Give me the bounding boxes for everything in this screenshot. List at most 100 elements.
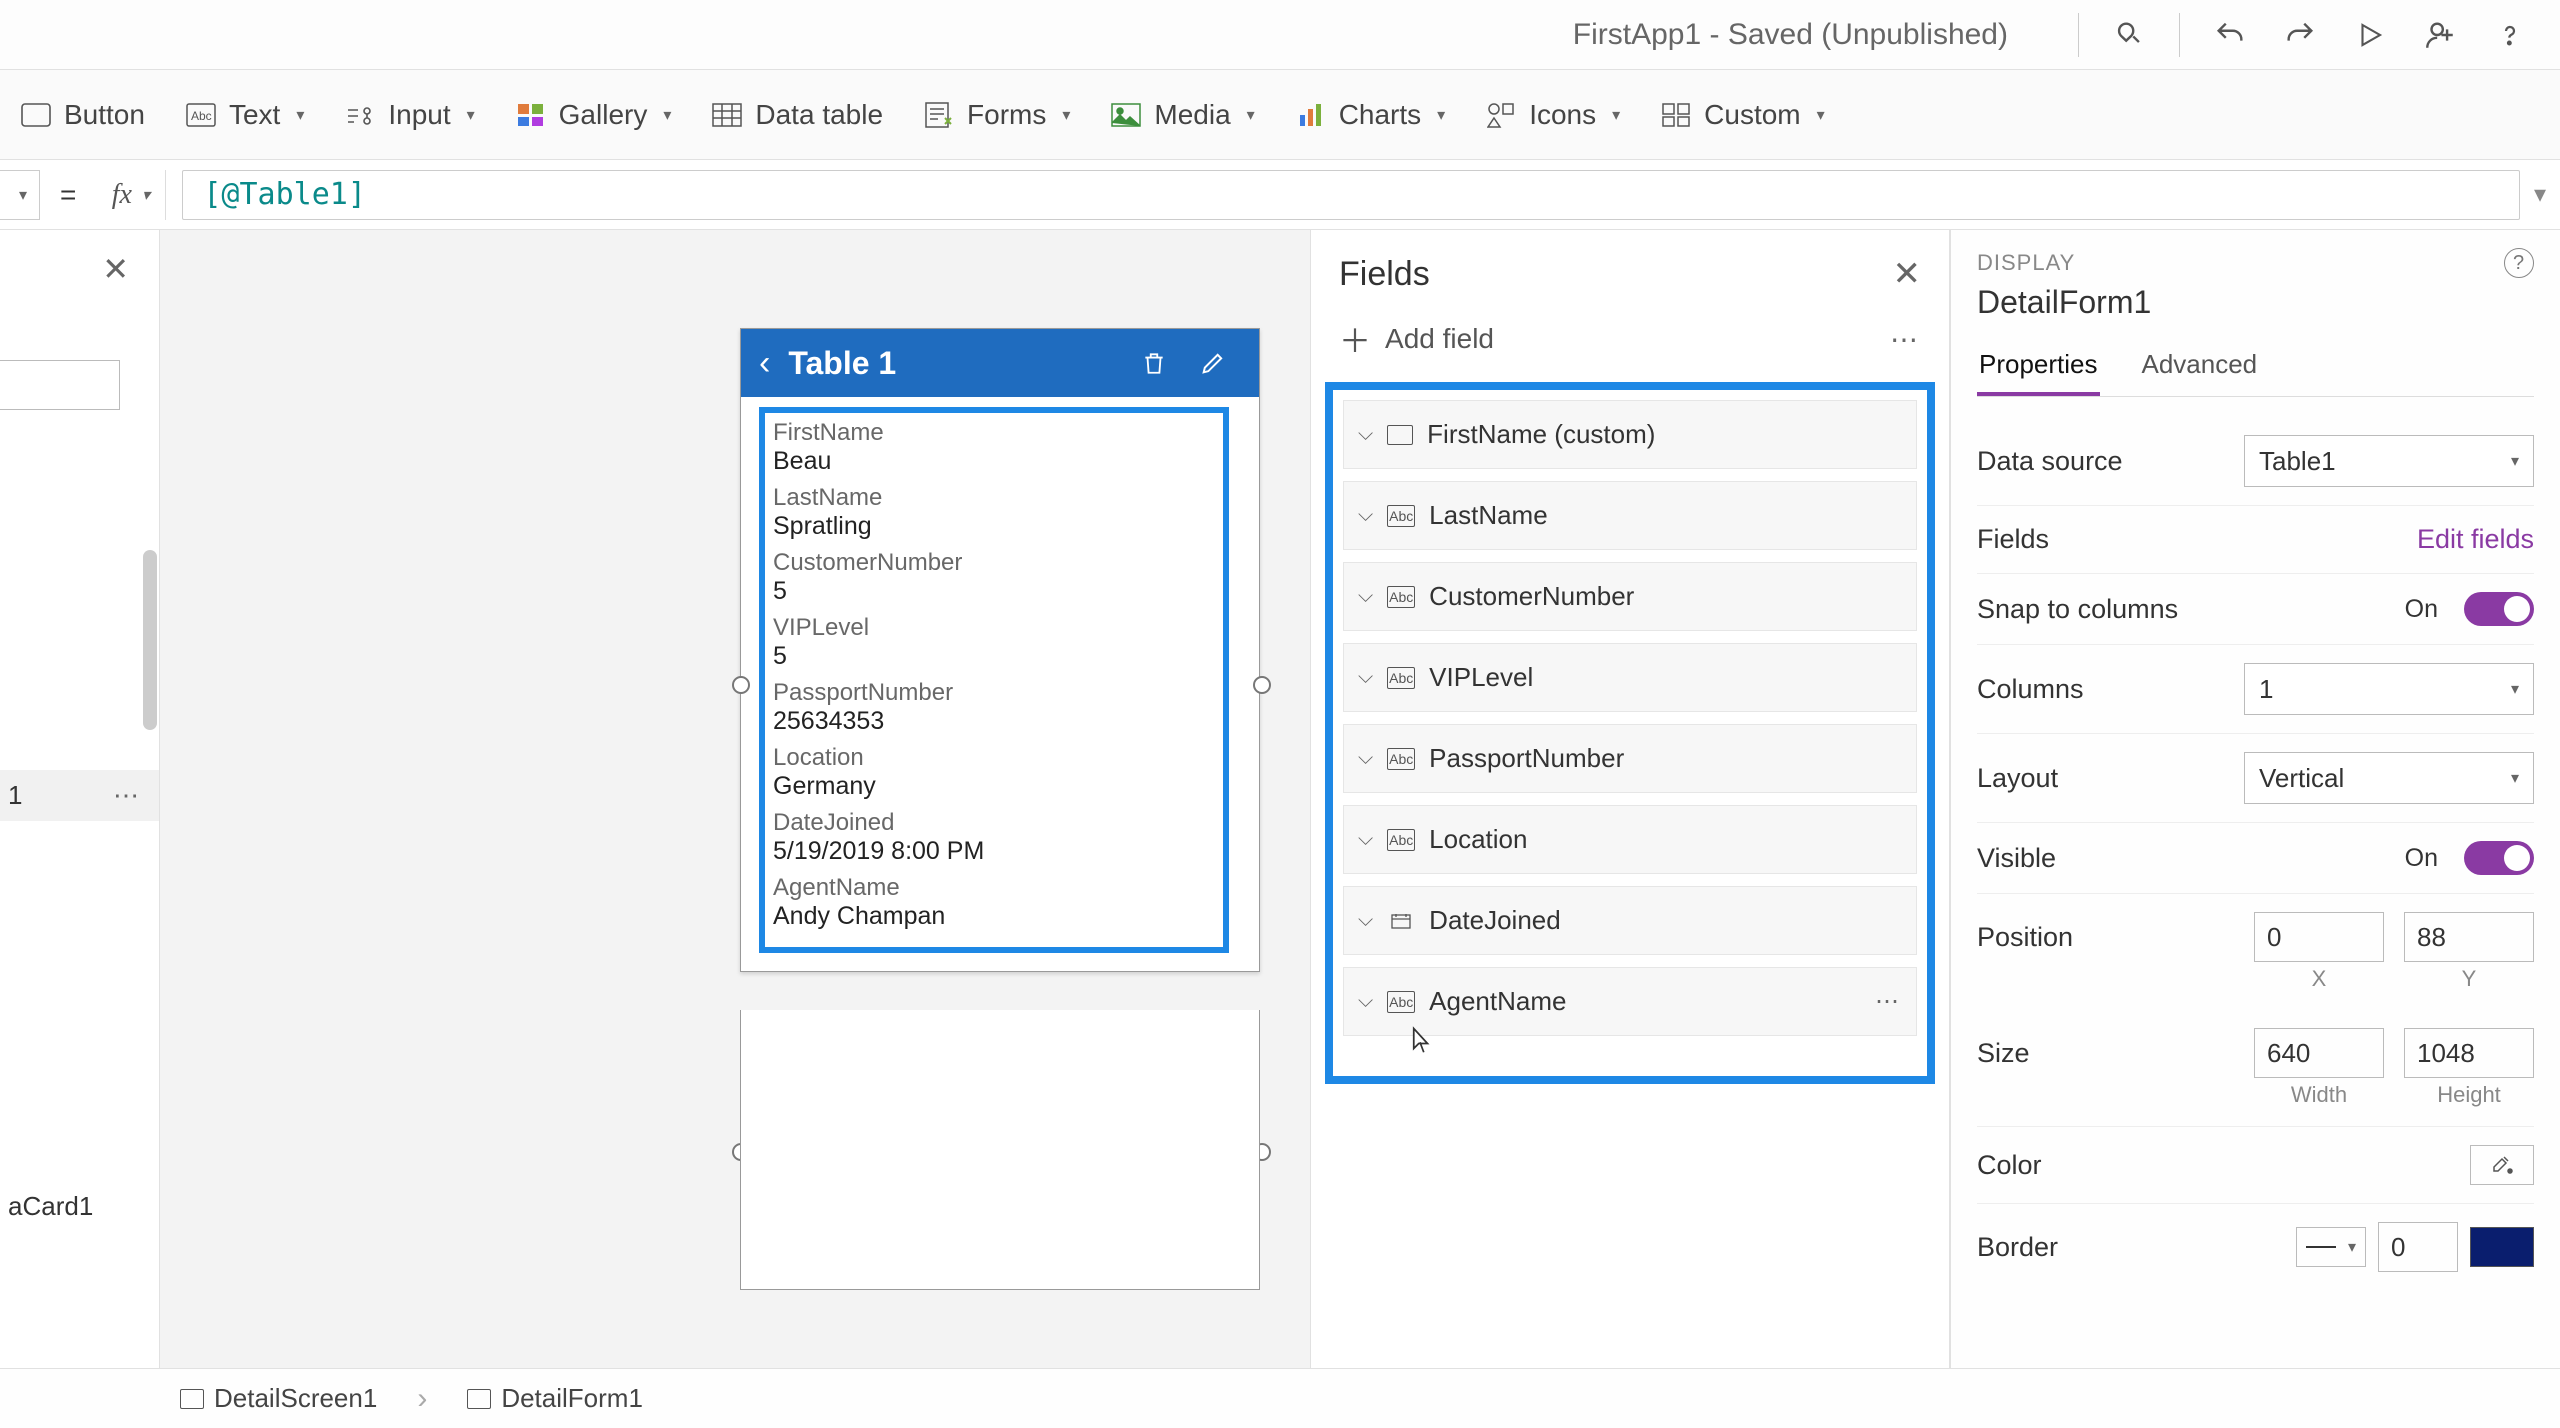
props-tabs: Properties Advanced: [1977, 341, 2534, 397]
chevron-down-icon[interactable]: ⌵: [1358, 828, 1373, 851]
position-y-input[interactable]: 88: [2404, 912, 2534, 962]
insert-icons[interactable]: Icons ▾: [1485, 99, 1620, 131]
crumb-screen[interactable]: DetailScreen1: [180, 1383, 377, 1414]
field-list-item[interactable]: ⌵AbcPassportNumber: [1343, 724, 1917, 793]
play-icon[interactable]: [2350, 15, 2390, 55]
props-help-icon[interactable]: ?: [2504, 248, 2534, 278]
detail-form-preview[interactable]: ‹ Table 1 FirstNameBeau LastNameSpratling…: [740, 328, 1260, 972]
tree-item-more-icon[interactable]: ⋯: [113, 780, 139, 811]
share-user-icon[interactable]: [2420, 15, 2460, 55]
field-list-item[interactable]: ⌵AbcLocation: [1343, 805, 1917, 874]
border-color-swatch[interactable]: [2470, 1227, 2534, 1267]
crumb-label: DetailScreen1: [214, 1383, 377, 1414]
edit-icon[interactable]: [1199, 349, 1227, 377]
form-field-row[interactable]: VIPLevel5: [773, 614, 1215, 671]
form-field-row[interactable]: PassportNumber25634353: [773, 679, 1215, 736]
border-width-input[interactable]: 0: [2378, 1222, 2458, 1272]
blank-type-icon: [1387, 425, 1413, 445]
field-list-item[interactable]: ⌵FirstName (custom): [1343, 400, 1917, 469]
selected-datacard-frame[interactable]: FirstNameBeau LastNameSpratling CustomerNu…: [759, 407, 1229, 953]
chevron-down-icon[interactable]: ⌵: [1358, 504, 1373, 527]
fields-more-icon[interactable]: ⋯: [1890, 323, 1921, 356]
insert-input[interactable]: Input ▾: [344, 99, 474, 131]
layout-dropdown[interactable]: Vertical ▾: [2244, 752, 2534, 804]
tree-view-panel: ✕ 1 ⋯ aCard1: [0, 230, 160, 1368]
visible-toggle[interactable]: [2464, 841, 2534, 875]
form-field-row[interactable]: AgentNameAndy Champan: [773, 874, 1215, 931]
chevron-down-icon[interactable]: ⌵: [1358, 909, 1373, 932]
field-list-item[interactable]: ⌵AbcCustomerNumber: [1343, 562, 1917, 631]
insert-charts[interactable]: Charts ▾: [1295, 99, 1446, 131]
edit-fields-link[interactable]: Edit fields: [2417, 524, 2534, 555]
tab-advanced[interactable]: Advanced: [2140, 341, 2260, 396]
field-list-item[interactable]: ⌵AbcLastName: [1343, 481, 1917, 550]
chevron-down-icon[interactable]: ⌵: [1358, 990, 1373, 1013]
size-height-input[interactable]: 1048: [2404, 1028, 2534, 1078]
back-icon[interactable]: ‹: [759, 344, 770, 383]
field-value: 5: [773, 577, 1215, 606]
field-value: Andy Champan: [773, 902, 1215, 931]
help-icon[interactable]: [2490, 15, 2530, 55]
field-more-icon[interactable]: ⋯: [1875, 987, 1902, 1016]
size-width-input[interactable]: 640: [2254, 1028, 2384, 1078]
equals-sign: =: [60, 179, 76, 211]
selection-handle[interactable]: [1253, 676, 1271, 694]
position-x-input[interactable]: 0: [2254, 912, 2384, 962]
insert-text[interactable]: Abc Text ▾: [185, 99, 304, 131]
ribbon-label: Media: [1154, 99, 1230, 131]
insert-custom[interactable]: Custom ▾: [1660, 99, 1825, 131]
expand-formula-icon[interactable]: ▾: [2520, 180, 2560, 209]
field-list-label: Location: [1429, 824, 1902, 855]
tree-item-selected[interactable]: 1 ⋯: [0, 770, 159, 821]
properties-pane: DISPLAY ? DetailForm1 Properties Advance…: [1950, 230, 2560, 1368]
tree-item-card[interactable]: aCard1: [0, 1181, 159, 1232]
tree-search-box[interactable]: [0, 360, 120, 410]
close-fields-icon[interactable]: ✕: [1893, 254, 1922, 294]
form-body: FirstNameBeau LastNameSpratling CustomerNu…: [741, 397, 1259, 971]
props-section-label: DISPLAY: [1977, 250, 2075, 276]
color-picker[interactable]: [2470, 1145, 2534, 1185]
border-style-dropdown[interactable]: ▾: [2296, 1227, 2366, 1267]
field-list-label: VIPLevel: [1429, 662, 1902, 693]
health-check-icon[interactable]: [2109, 15, 2149, 55]
snap-toggle[interactable]: [2464, 592, 2534, 626]
form-field-row[interactable]: LocationGermany: [773, 744, 1215, 801]
chevron-down-icon[interactable]: ⌵: [1358, 666, 1373, 689]
field-list-item[interactable]: ⌵DateJoined: [1343, 886, 1917, 955]
insert-media[interactable]: Media ▾: [1110, 99, 1254, 131]
form-field-row[interactable]: CustomerNumber5: [773, 549, 1215, 606]
chevron-down-icon: ▾: [19, 185, 27, 205]
breadcrumb-separator: ›: [417, 1382, 427, 1416]
field-value: Beau: [773, 447, 1215, 476]
delete-icon[interactable]: [1141, 348, 1167, 378]
form-field-row[interactable]: LastNameSpratling: [773, 484, 1215, 541]
field-list-item[interactable]: ⌵AbcVIPLevel: [1343, 643, 1917, 712]
close-tree-icon[interactable]: ✕: [102, 250, 129, 288]
selection-handle[interactable]: [732, 676, 750, 694]
formula-bar: ▾ = fx▾ [@Table1] ▾: [0, 160, 2560, 230]
formula-input[interactable]: [@Table1]: [182, 170, 2520, 220]
insert-datatable[interactable]: Data table: [711, 99, 883, 131]
chevron-down-icon[interactable]: ⌵: [1358, 747, 1373, 770]
form-title: Table 1: [788, 345, 1123, 382]
chevron-down-icon[interactable]: ⌵: [1358, 423, 1373, 446]
insert-button[interactable]: Button: [20, 99, 145, 131]
insert-forms[interactable]: Forms ▾: [923, 99, 1070, 131]
add-field-row[interactable]: ＋ Add field ⋯: [1311, 306, 1949, 382]
redo-icon[interactable]: [2280, 15, 2320, 55]
columns-dropdown[interactable]: 1 ▾: [2244, 663, 2534, 715]
form-field-row[interactable]: FirstNameBeau: [773, 419, 1215, 476]
undo-icon[interactable]: [2210, 15, 2250, 55]
insert-gallery[interactable]: Gallery ▾: [515, 99, 672, 131]
crumb-form[interactable]: DetailForm1: [467, 1383, 643, 1414]
tab-properties[interactable]: Properties: [1977, 341, 2100, 396]
form-field-row[interactable]: DateJoined5/19/2019 8:00 PM: [773, 809, 1215, 866]
canvas-area[interactable]: ‹ Table 1 FirstNameBeau LastNameSpratling…: [160, 230, 1310, 1368]
field-list-label: PassportNumber: [1429, 743, 1902, 774]
fx-button[interactable]: fx▾: [96, 170, 166, 220]
chevron-down-icon[interactable]: ⌵: [1358, 585, 1373, 608]
tree-scrollbar[interactable]: [143, 550, 157, 730]
datasource-dropdown[interactable]: Table1 ▾: [2244, 435, 2534, 487]
property-selector[interactable]: ▾: [0, 170, 40, 220]
height-label: Height: [2437, 1082, 2501, 1108]
